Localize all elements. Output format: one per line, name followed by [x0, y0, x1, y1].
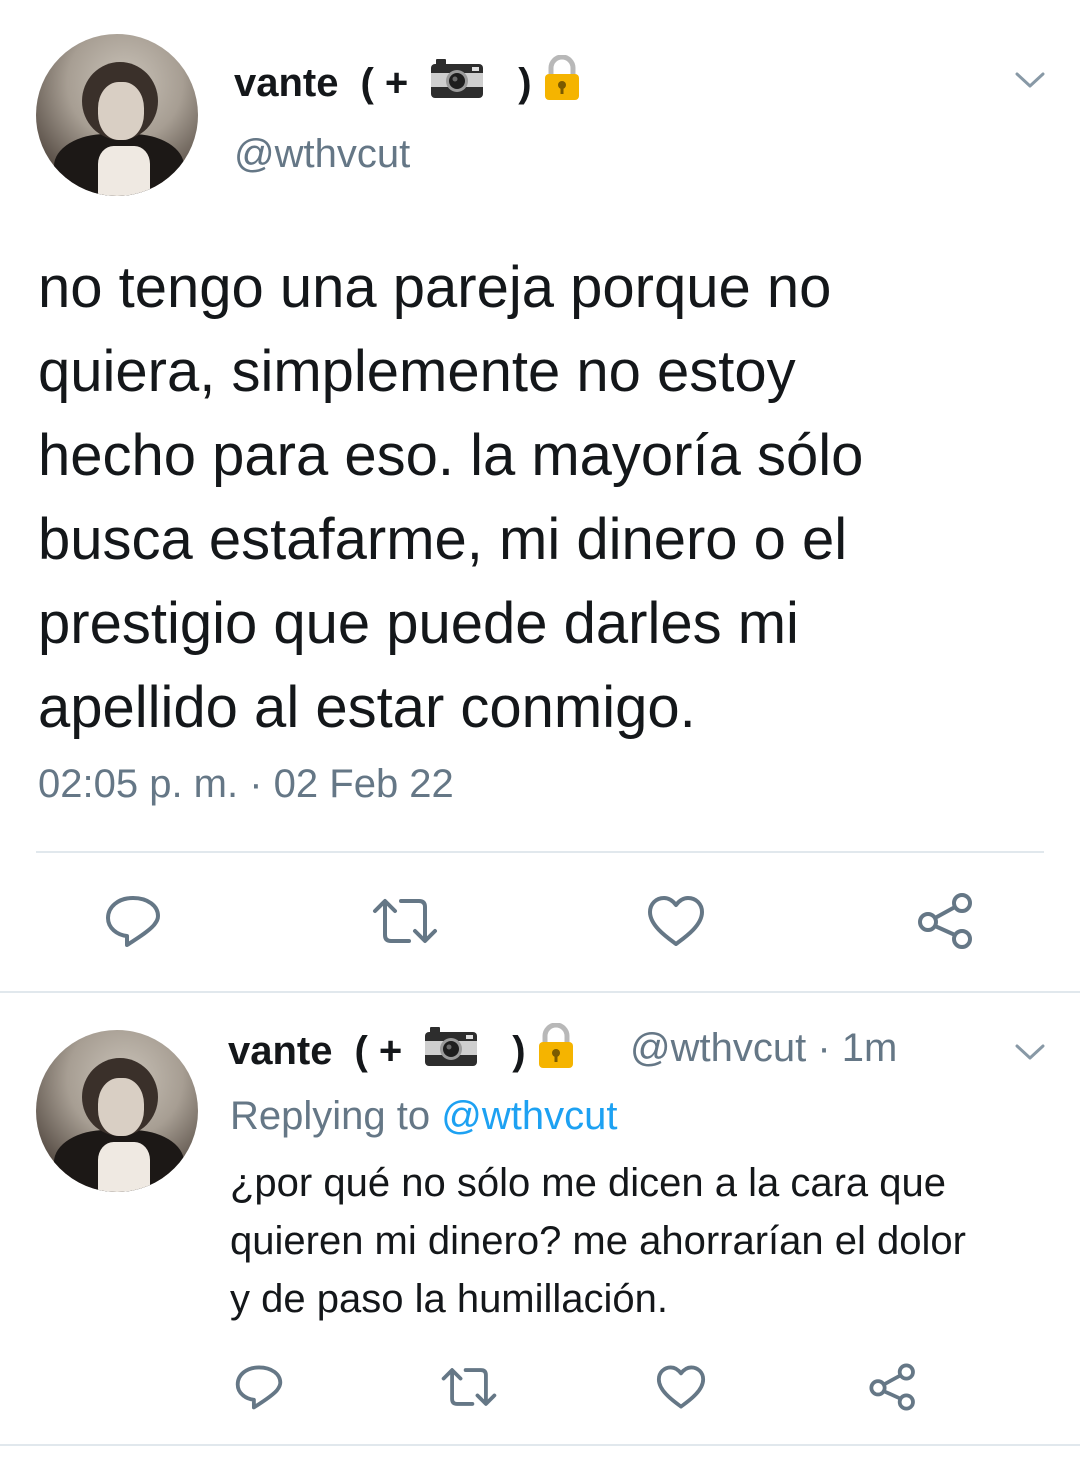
reply-display-name[interactable]: vante ( + )	[228, 1022, 576, 1079]
main-tweet: vante ( + ) @wthvcut no tengo una pareja…	[0, 0, 1080, 994]
chevron-down-icon[interactable]	[1014, 70, 1046, 90]
reply-handle[interactable]: @wthvcut	[630, 1026, 806, 1070]
camera-icon	[430, 57, 484, 109]
retweet-icon	[441, 1368, 497, 1406]
camera-icon	[424, 1025, 478, 1077]
display-name-text: vante	[228, 1028, 333, 1073]
divider	[36, 851, 1044, 853]
display-name-open: ( +	[354, 1028, 403, 1073]
display-name-text: vante	[234, 60, 339, 105]
reply-text: ¿por qué no sólo me dicen a la cara que …	[230, 1161, 966, 1321]
retweet-button[interactable]	[438, 1362, 500, 1412]
retweet-button[interactable]	[370, 890, 440, 952]
replying-to-label: Replying to	[230, 1094, 431, 1138]
retweet-icon	[373, 899, 437, 943]
replying-to-mention[interactable]: @wthvcut	[441, 1094, 617, 1138]
like-button[interactable]	[654, 1362, 708, 1412]
tweet-text: no tengo una pareja porque no quiera, si…	[38, 255, 864, 740]
reply-avatar[interactable]	[36, 1030, 198, 1192]
share-icon	[918, 893, 972, 949]
share-icon	[869, 1363, 915, 1411]
separator-dot: ·	[817, 1026, 831, 1070]
author-handle[interactable]: @wthvcut	[234, 132, 410, 177]
reply-icon	[106, 896, 160, 947]
display-name-close: )	[518, 60, 532, 105]
like-icon	[656, 1365, 706, 1409]
tweet-separator	[0, 991, 1080, 993]
display-name-open: ( +	[360, 60, 409, 105]
reply-button[interactable]	[230, 1360, 288, 1414]
display-name[interactable]: vante ( + )	[234, 54, 582, 111]
lock-icon	[542, 54, 582, 111]
reply-time[interactable]: 1m	[842, 1026, 898, 1070]
replying-to: Replying to @wthvcut	[230, 1094, 617, 1139]
reply-button[interactable]	[100, 888, 166, 954]
share-button[interactable]	[914, 890, 978, 952]
chevron-down-icon[interactable]	[1014, 1042, 1046, 1062]
like-button[interactable]	[644, 890, 708, 952]
share-button[interactable]	[866, 1360, 920, 1414]
like-icon	[648, 896, 704, 946]
display-name-close: )	[512, 1028, 526, 1073]
reply-handle-time[interactable]: @wthvcut · 1m	[630, 1026, 897, 1071]
reply-icon	[235, 1365, 283, 1410]
avatar[interactable]	[36, 34, 198, 196]
bottom-divider	[0, 1444, 1080, 1446]
lock-icon	[536, 1022, 576, 1079]
tweet-timestamp[interactable]: 02:05 p. m. · 02 Feb 22	[38, 762, 454, 807]
